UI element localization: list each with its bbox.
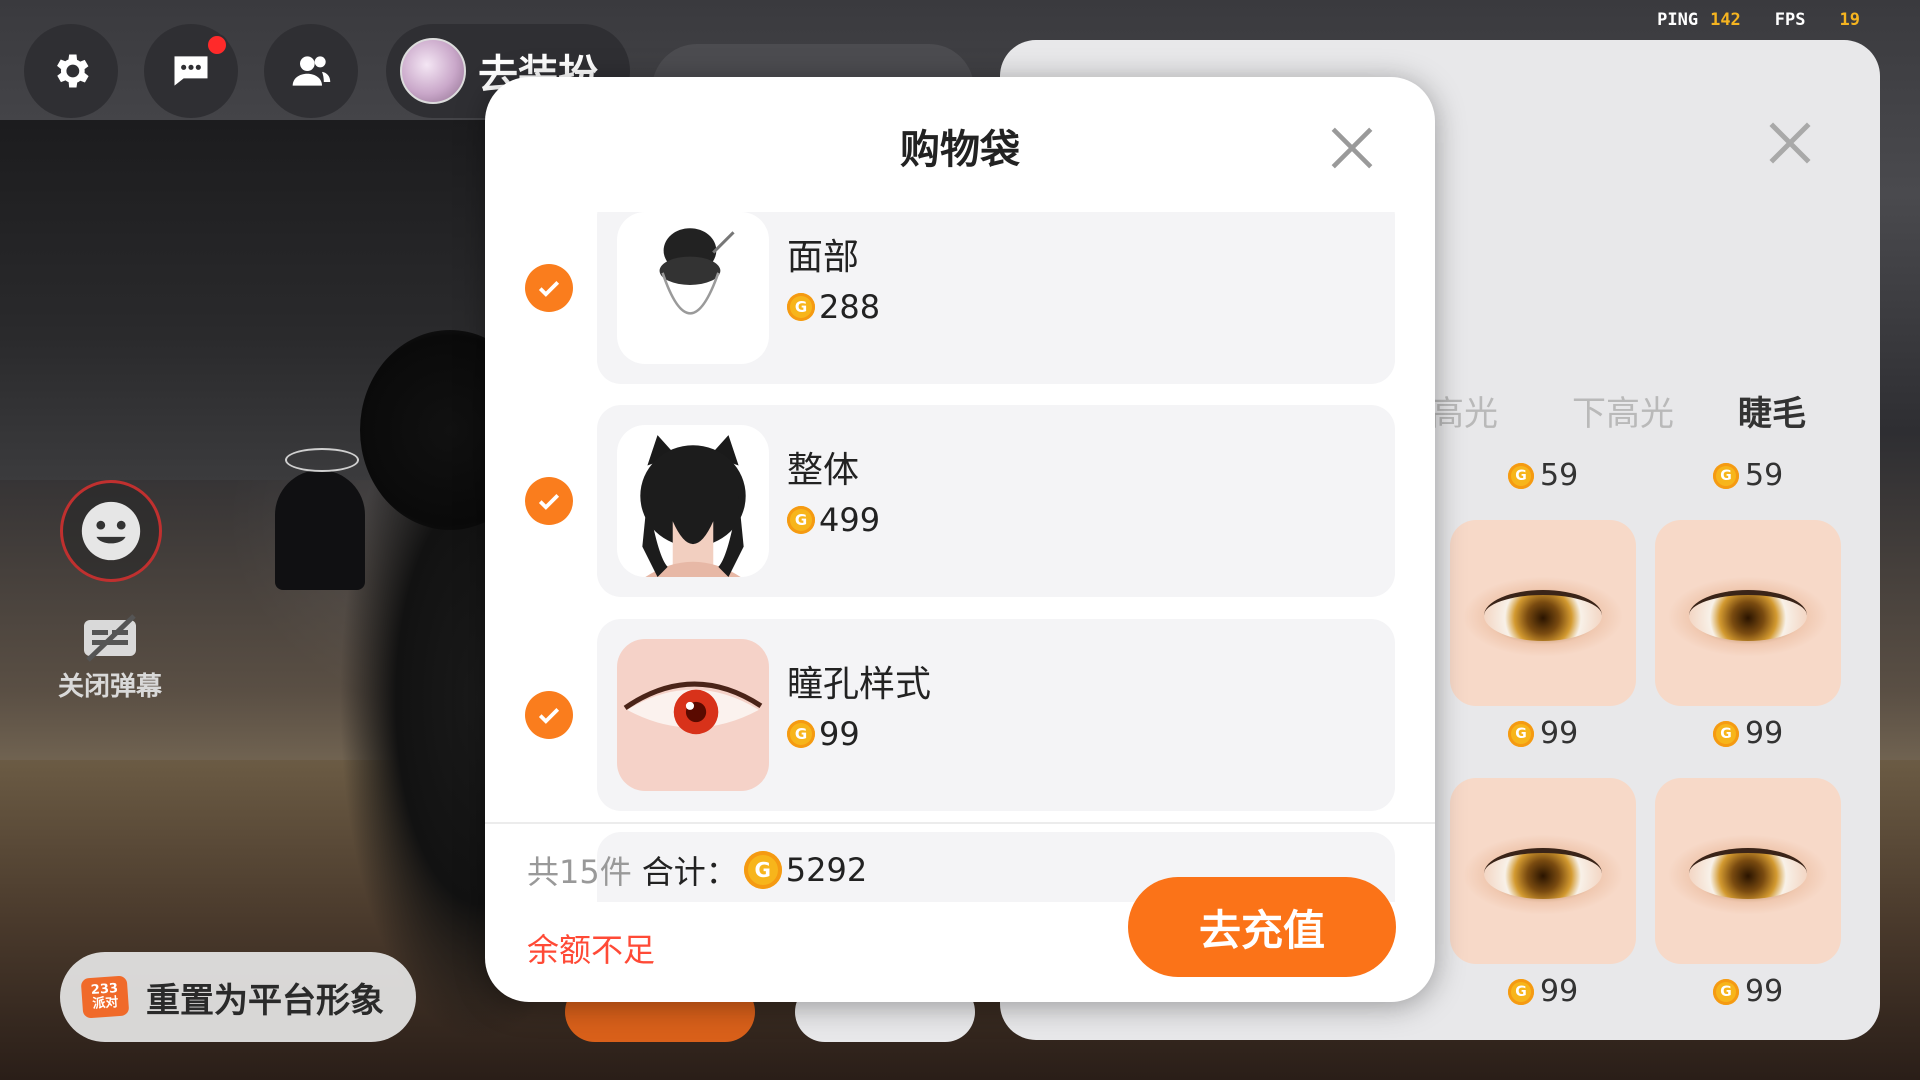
item-checkbox[interactable] — [525, 264, 573, 312]
pupil-style-image — [623, 681, 763, 735]
reset-label: 重置为平台形象 — [146, 980, 384, 1021]
settings-button[interactable] — [24, 24, 118, 118]
coin-icon: G — [1508, 462, 1534, 489]
app-logo: 233 派对 — [80, 975, 130, 1019]
notification-dot — [206, 34, 228, 56]
chat-button[interactable] — [144, 24, 238, 118]
danmaku-label: 关闭弹幕 — [57, 672, 162, 702]
recharge-button[interactable]: 去充值 — [1128, 877, 1396, 977]
total-label: 合计： — [641, 853, 738, 891]
item-name: 面部 — [787, 237, 860, 278]
checkmark-icon — [538, 708, 560, 724]
coin-icon: G — [1713, 462, 1739, 489]
total-amount: G 5292 — [743, 851, 867, 889]
divider — [485, 822, 1435, 824]
item-price: G 99 — [787, 715, 860, 753]
item-card[interactable]: 瞳孔样式 G 99 — [597, 619, 1395, 811]
item-checkbox[interactable] — [525, 691, 573, 739]
eyelash-item[interactable] — [1655, 520, 1841, 706]
coin-icon: G — [1508, 978, 1534, 1005]
coin-icon: G — [787, 293, 815, 321]
cart-item-list[interactable]: 面部 G 288 整体 G 499 瞳孔样式 G 99 — [485, 212, 1435, 902]
face-accessory-image — [659, 228, 735, 315]
gear-icon — [57, 54, 89, 88]
coin-icon: G — [787, 720, 815, 748]
eyelash-item[interactable] — [1450, 520, 1636, 706]
item-price: G 99 — [1508, 974, 1578, 1009]
fps-label: FPS — [1774, 10, 1806, 30]
checkmark-icon — [538, 281, 560, 297]
cart-summary: 共15件 合计： G 5292 — [527, 847, 867, 893]
hairstyle-image — [640, 435, 746, 577]
item-card[interactable]: 面部 G 288 — [597, 212, 1395, 384]
close-icon[interactable] — [1327, 123, 1377, 173]
item-card[interactable]: 整体 G 499 — [597, 405, 1395, 597]
friends-button[interactable] — [264, 24, 358, 118]
fps-value: 19 — [1839, 10, 1860, 30]
item-price: G 99 — [1508, 716, 1578, 751]
toggle-danmaku-button[interactable]: 关闭弹幕 — [45, 612, 175, 703]
friends-icon — [292, 56, 331, 86]
coin-icon: G — [787, 506, 815, 534]
checkmark-icon — [538, 494, 560, 510]
item-price: G 99 — [1713, 716, 1783, 751]
tab-eyelash[interactable]: 睫毛 — [1738, 386, 1806, 435]
ping-value: 142 — [1710, 10, 1741, 30]
coin-icon: G — [743, 851, 782, 889]
list-item: 面部 G 288 — [485, 212, 1435, 384]
ping-label: PING — [1657, 10, 1699, 30]
dialog-title: 购物袋 — [900, 127, 1020, 173]
list-item: 整体 G 499 — [485, 405, 1435, 597]
item-checkbox[interactable] — [525, 477, 573, 525]
coin-icon: G — [1713, 978, 1739, 1005]
item-price: G 288 — [787, 288, 880, 326]
avatar — [400, 38, 466, 104]
insufficient-balance-text: 余额不足 — [527, 931, 656, 969]
item-thumbnail — [617, 639, 769, 791]
smiley-icon — [81, 501, 141, 561]
item-thumbnail — [617, 425, 769, 577]
emote-button[interactable] — [60, 480, 162, 582]
tab-lower-highlight[interactable]: 下高光 — [1572, 386, 1674, 435]
eyelash-item[interactable] — [1450, 778, 1636, 964]
item-count: 共15件 — [527, 853, 632, 891]
item-price: G 59 — [1508, 458, 1578, 493]
shopping-bag-dialog: 购物袋 面部 G 288 整体 G 499 瞳孔样式 G 99 共15件 合计：… — [485, 77, 1435, 1002]
item-price: G 59 — [1713, 458, 1783, 493]
item-price: G 99 — [1713, 974, 1783, 1009]
coin-icon: G — [1508, 720, 1534, 747]
network-status: PING 142 FPS 19 — [1657, 10, 1860, 30]
item-thumbnail — [617, 212, 769, 364]
item-price: G 499 — [787, 501, 880, 539]
danmaku-off-icon — [84, 614, 136, 662]
item-name: 瞳孔样式 — [787, 664, 932, 705]
item-name: 整体 — [787, 450, 860, 491]
list-item: 瞳孔样式 G 99 — [485, 619, 1435, 811]
close-icon[interactable] — [1765, 118, 1815, 168]
coin-icon: G — [1713, 720, 1739, 747]
tab-highlight[interactable]: 高光 — [1430, 386, 1498, 435]
reset-avatar-button[interactable]: 233 派对 重置为平台形象 — [60, 952, 416, 1042]
eyelash-item[interactable] — [1655, 778, 1841, 964]
chat-icon — [174, 56, 208, 86]
